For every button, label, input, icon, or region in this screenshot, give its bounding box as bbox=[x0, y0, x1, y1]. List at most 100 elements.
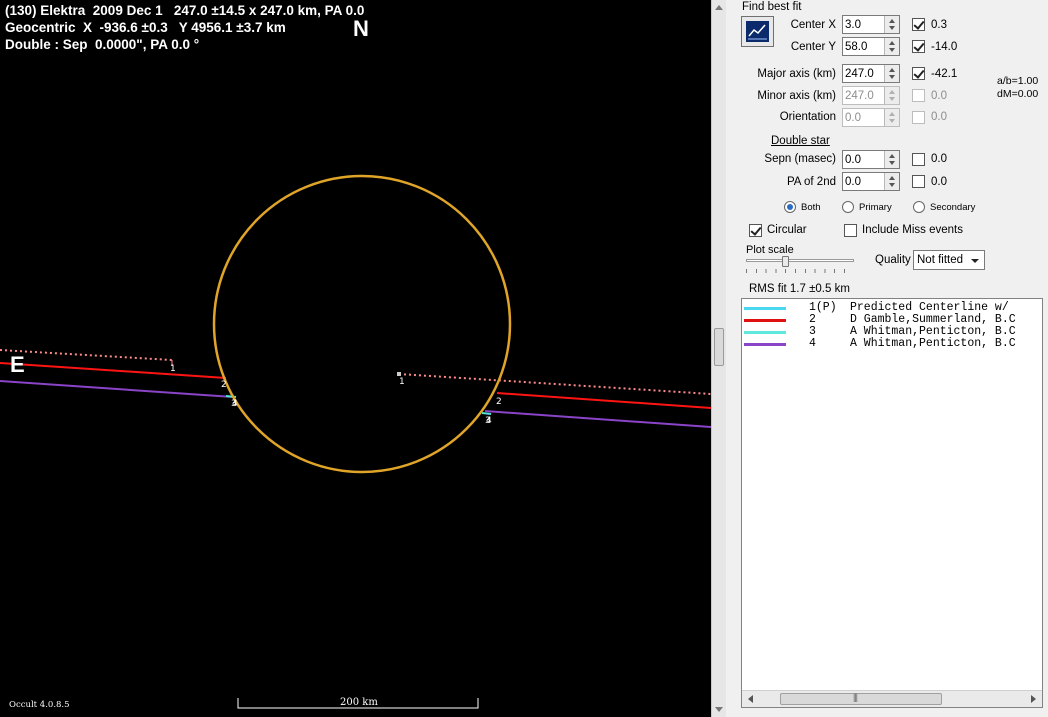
rms-fit-label: RMS fit 1.7 ±0.5 km bbox=[749, 283, 850, 295]
east-label: E bbox=[10, 352, 25, 377]
legend-horizontal-scrollbar[interactable] bbox=[742, 690, 1042, 707]
major-axis-spinner[interactable] bbox=[842, 64, 900, 83]
sepn-input[interactable] bbox=[843, 151, 885, 168]
radio-both-label: Both bbox=[801, 202, 821, 213]
chord-label-2-east: 2 bbox=[221, 380, 227, 390]
plot-scale-label: Plot scale bbox=[746, 244, 794, 256]
fit-control-panel: Find best fit Center X 0.3 Center Y -14.… bbox=[726, 0, 1048, 717]
quality-value: Not fitted bbox=[917, 254, 964, 266]
chord-4-west bbox=[484, 410, 711, 428]
chord-4-east bbox=[0, 380, 234, 398]
pa2-spin-buttons[interactable] bbox=[884, 173, 899, 190]
plot-scale-slider[interactable] bbox=[782, 256, 789, 267]
minor-axis-fit-value: 0.0 bbox=[931, 90, 947, 102]
north-label: N bbox=[353, 16, 369, 41]
list-item[interactable]: 4 A Whitman,Penticton, B.C bbox=[742, 337, 1042, 350]
predicted-centerline-center bbox=[397, 372, 401, 376]
version-label: Occult 4.0.8.5 bbox=[9, 700, 70, 710]
pa2-input[interactable] bbox=[843, 173, 885, 190]
scroll-down-icon[interactable] bbox=[715, 707, 723, 712]
orientation-input[interactable] bbox=[843, 109, 885, 126]
orientation-spin-buttons[interactable] bbox=[884, 109, 899, 126]
predicted-centerline-west bbox=[398, 373, 711, 395]
plot-scale-track[interactable] bbox=[746, 259, 854, 262]
minor-axis-spinner[interactable] bbox=[842, 86, 900, 105]
center-x-label: Center X bbox=[790, 19, 836, 31]
scroll-thumb[interactable] bbox=[714, 328, 724, 366]
legend-num: 4 bbox=[809, 337, 816, 350]
center-y-spin-buttons[interactable] bbox=[884, 38, 899, 55]
pa2-fit-checkbox[interactable] bbox=[912, 175, 925, 188]
major-axis-input[interactable] bbox=[843, 65, 885, 82]
radio-both[interactable] bbox=[784, 201, 796, 213]
chord-label-4-west: 4 bbox=[486, 416, 492, 426]
plot-vertical-scrollbar[interactable] bbox=[711, 0, 726, 717]
center-y-fit-checkbox[interactable] bbox=[912, 40, 925, 53]
orientation-label: Orientation bbox=[779, 111, 836, 123]
center-x-fit-checkbox[interactable] bbox=[912, 18, 925, 31]
occultation-plot[interactable]: 1 1 2 2 3 4 3 4 (130) Elektra 2009 Dec 1… bbox=[0, 0, 711, 717]
scale-label: 200 km bbox=[340, 697, 378, 708]
chord-label-2-west: 2 bbox=[496, 397, 502, 407]
sepn-spin-buttons[interactable] bbox=[884, 151, 899, 168]
include-miss-checkbox[interactable] bbox=[844, 224, 857, 237]
sepn-label: Sepn (masec) bbox=[764, 153, 836, 165]
header-line-3: Double : Sep 0.0000", PA 0.0 ° bbox=[5, 37, 200, 52]
ab-ratio-label: a/b=1.00 bbox=[997, 75, 1039, 87]
pa2-label: PA of 2nd bbox=[786, 176, 836, 188]
major-axis-fit-value: -42.1 bbox=[931, 68, 958, 80]
chevron-down-icon bbox=[971, 259, 979, 263]
minor-axis-label: Minor axis (km) bbox=[757, 90, 836, 102]
predicted-centerline-east bbox=[0, 349, 173, 361]
asteroid-profile-ellipse bbox=[212, 174, 512, 474]
sepn-fit-checkbox[interactable] bbox=[912, 153, 925, 166]
center-y-input[interactable] bbox=[843, 38, 885, 55]
scroll-up-icon[interactable] bbox=[715, 5, 723, 10]
minor-axis-fit-checkbox[interactable] bbox=[912, 89, 925, 102]
center-x-spinner[interactable] bbox=[842, 15, 900, 34]
chord-label-4-east: 4 bbox=[232, 399, 238, 409]
legend-swatch-1 bbox=[744, 307, 786, 310]
scroll-left-icon[interactable] bbox=[748, 695, 753, 703]
radio-primary-label: Primary bbox=[859, 202, 892, 213]
sepn-spinner[interactable] bbox=[842, 150, 900, 169]
center-y-fit-value: -14.0 bbox=[931, 41, 958, 53]
header-line-1: (130) Elektra 2009 Dec 1 247.0 ±14.5 x 2… bbox=[5, 3, 365, 18]
sepn-fit-value: 0.0 bbox=[931, 153, 947, 165]
dm-label: dM=0.00 bbox=[997, 88, 1039, 100]
circular-checkbox[interactable] bbox=[749, 224, 762, 237]
minor-axis-input[interactable] bbox=[843, 87, 885, 104]
pa2-fit-value: 0.0 bbox=[931, 176, 947, 188]
center-x-fit-value: 0.3 bbox=[931, 19, 947, 31]
legend-swatch-4 bbox=[744, 343, 786, 346]
scroll-right-icon[interactable] bbox=[1031, 695, 1036, 703]
quality-label: Quality bbox=[875, 254, 911, 266]
minor-axis-spin-buttons[interactable] bbox=[884, 87, 899, 104]
plot-canvas: 1 1 2 2 3 4 3 4 bbox=[0, 174, 711, 709]
radio-primary[interactable] bbox=[842, 201, 854, 213]
center-y-spinner[interactable] bbox=[842, 37, 900, 56]
legend-text: A Whitman,Penticton, B.C bbox=[850, 337, 1016, 350]
center-x-input[interactable] bbox=[843, 16, 885, 33]
header-line-2: Geocentric X -936.6 ±0.3 Y 4956.1 ±3.7 k… bbox=[5, 20, 286, 35]
circular-label: Circular bbox=[767, 224, 807, 236]
orientation-fit-value: 0.0 bbox=[931, 111, 947, 123]
chord-legend-list[interactable]: 1(P) Predicted Centerline w/ 2 D Gamble,… bbox=[741, 298, 1043, 708]
radio-secondary-label: Secondary bbox=[930, 202, 976, 213]
chord-label-1-east: 1 bbox=[170, 364, 176, 374]
orientation-spinner[interactable] bbox=[842, 108, 900, 127]
pa2-spinner[interactable] bbox=[842, 172, 900, 191]
chord-2-west bbox=[496, 392, 711, 409]
orientation-fit-checkbox[interactable] bbox=[912, 111, 925, 124]
center-x-spin-buttons[interactable] bbox=[884, 16, 899, 33]
find-best-fit-label: Find best fit bbox=[742, 1, 802, 13]
major-axis-spin-buttons[interactable] bbox=[884, 65, 899, 82]
chord-label-1-center: 1 bbox=[399, 377, 405, 387]
major-axis-label: Major axis (km) bbox=[757, 68, 836, 80]
chord-2-east bbox=[0, 362, 227, 379]
quality-dropdown[interactable]: Not fitted bbox=[913, 250, 985, 270]
plot-scale-ticks bbox=[746, 269, 854, 273]
radio-secondary[interactable] bbox=[913, 201, 925, 213]
major-axis-fit-checkbox[interactable] bbox=[912, 67, 925, 80]
legend-scroll-thumb[interactable] bbox=[780, 692, 942, 705]
